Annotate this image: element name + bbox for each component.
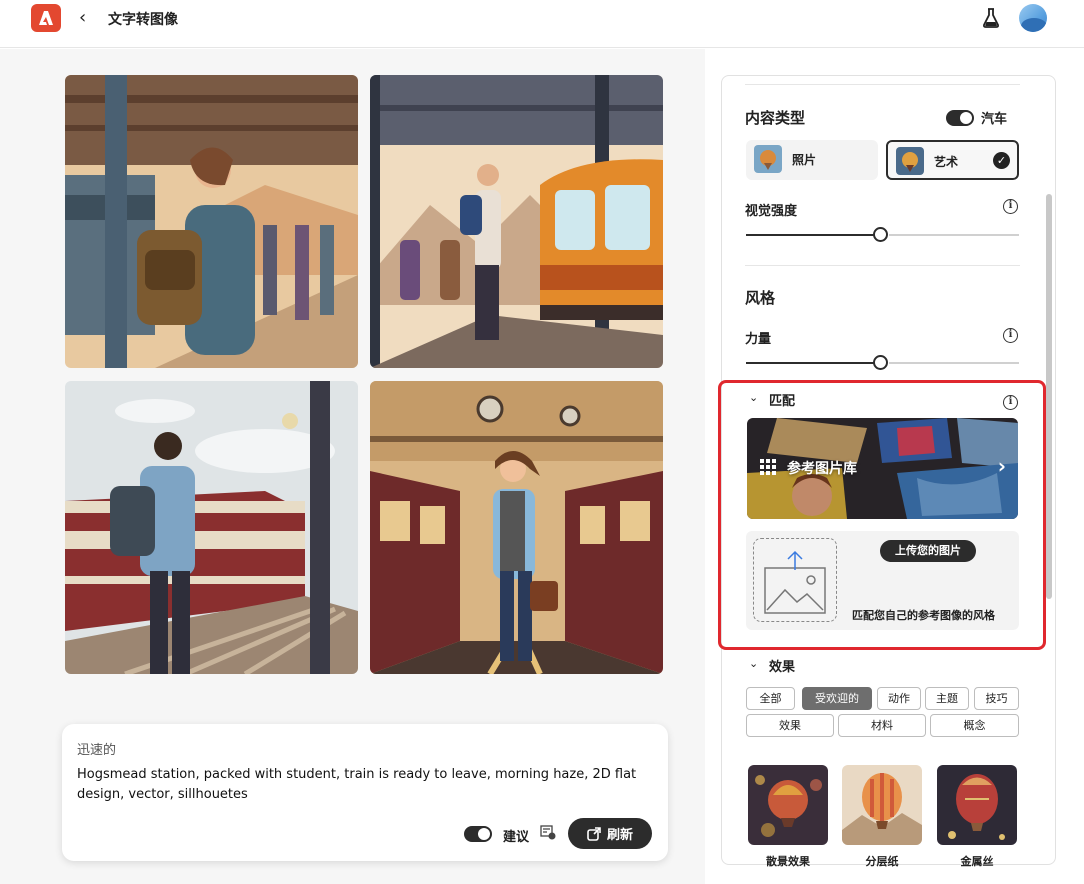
style-title: 风格: [745, 289, 776, 307]
content-type-title: 内容类型: [745, 109, 806, 127]
chip-movement[interactable]: 动作: [877, 687, 921, 710]
upload-dropzone[interactable]: [753, 538, 837, 622]
info-icon[interactable]: i: [1003, 199, 1018, 214]
chip-popular[interactable]: 受欢迎的: [802, 687, 872, 710]
chevron-left-icon[interactable]: ‹: [79, 7, 86, 28]
chip-concepts[interactable]: 概念: [930, 714, 1019, 737]
reference-gallery-label: 参考图片库: [787, 461, 857, 477]
panel-divider: [745, 265, 1020, 266]
auto-toggle[interactable]: [946, 110, 974, 126]
info-icon[interactable]: i: [1003, 328, 1018, 343]
effect-label: 金属丝: [960, 855, 994, 868]
effect-thumb-wire[interactable]: [937, 765, 1017, 845]
suggestion-info-icon[interactable]: [540, 824, 556, 844]
match-title: 匹配: [769, 394, 796, 409]
generated-image-1[interactable]: [65, 75, 358, 368]
refresh-button[interactable]: 刷新: [568, 818, 652, 849]
chevron-right-icon: ›: [997, 454, 1006, 478]
photo-label: 照片: [792, 153, 817, 167]
generated-image-4[interactable]: [370, 381, 663, 674]
visual-intensity-track-filled: [746, 234, 874, 236]
grid-icon: [760, 459, 776, 479]
strength-track[interactable]: [889, 362, 1019, 364]
effect-thumb-layered-paper[interactable]: [842, 765, 922, 845]
prompt-panel: 迅速的 Hogsmead station, packed with studen…: [62, 724, 668, 861]
strength-slider-thumb[interactable]: [873, 355, 888, 370]
photo-thumb: [754, 145, 782, 173]
upload-area: 上传您的图片 匹配您自己的参考图像的风格: [746, 531, 1019, 630]
chip-theme[interactable]: 主题: [925, 687, 969, 710]
reference-gallery-card[interactable]: 参考图片库 ›: [747, 418, 1018, 519]
refresh-icon: [587, 826, 601, 841]
checkmark-icon: ✓: [993, 152, 1010, 169]
strength-track-filled: [746, 362, 874, 364]
visual-intensity-slider-thumb[interactable]: [873, 227, 888, 242]
suggest-toggle[interactable]: [464, 826, 492, 842]
prompt-label: 迅速的: [77, 743, 117, 758]
page-title: 文字转图像: [108, 12, 178, 28]
suggest-label: 建议: [503, 830, 530, 845]
flask-icon[interactable]: [982, 8, 1000, 32]
image-upload-icon: [764, 550, 826, 614]
prompt-input[interactable]: Hogsmead station, packed with student, t…: [77, 765, 647, 805]
chip-materials[interactable]: 材料: [838, 714, 926, 737]
app-header: ‹ 文字转图像: [0, 0, 1084, 48]
effect-label: 散景效果: [766, 855, 810, 868]
effect-label: 分层纸: [865, 855, 899, 868]
refresh-label: 刷新: [606, 828, 633, 843]
visual-intensity-label: 视觉强度: [745, 204, 798, 219]
chip-all[interactable]: 全部: [746, 687, 795, 710]
art-label: 艺术: [934, 155, 959, 169]
chip-effects[interactable]: 效果: [746, 714, 834, 737]
effects-title: 效果: [769, 660, 796, 675]
upload-caption: 匹配您自己的参考图像的风格: [852, 609, 995, 622]
chip-technique[interactable]: 技巧: [974, 687, 1019, 710]
content-type-art[interactable]: 艺术 ✓: [886, 140, 1019, 180]
strength-label: 力量: [745, 332, 772, 347]
effect-thumb-bokeh[interactable]: [748, 765, 828, 845]
content-type-photo[interactable]: 照片: [746, 140, 878, 180]
avatar[interactable]: [1019, 4, 1047, 32]
upload-image-button[interactable]: 上传您的图片: [880, 540, 976, 562]
adobe-firefly-logo[interactable]: [31, 4, 61, 32]
auto-toggle-label: 汽车: [981, 112, 1008, 127]
panel-divider: [745, 84, 1020, 85]
visual-intensity-track[interactable]: [889, 234, 1019, 236]
art-thumb: [896, 147, 924, 175]
info-icon[interactable]: i: [1003, 395, 1018, 410]
chevron-down-icon[interactable]: ⌄: [749, 657, 758, 670]
chevron-down-icon[interactable]: ⌄: [749, 391, 758, 404]
generated-image-2[interactable]: [370, 75, 663, 368]
panel-scrollbar[interactable]: [1046, 194, 1052, 599]
generated-image-3[interactable]: [65, 381, 358, 674]
